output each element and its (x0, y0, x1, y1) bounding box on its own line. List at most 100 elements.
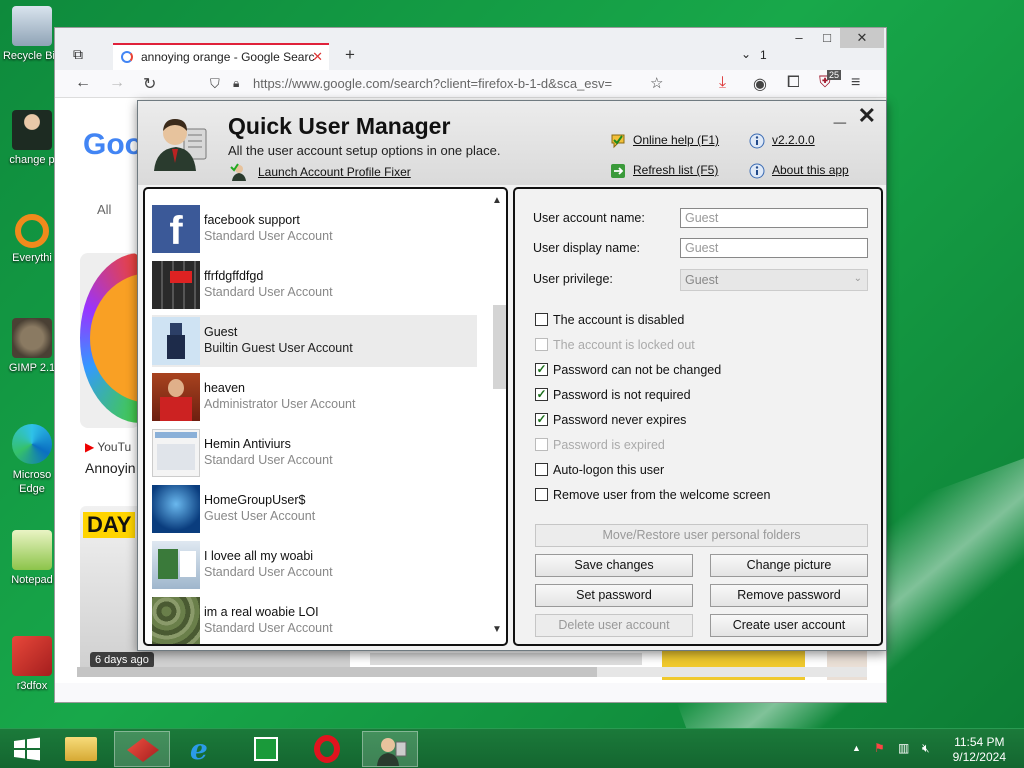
remove-password-button[interactable]: Remove password (710, 584, 868, 607)
tray-overflow-chevron-icon[interactable]: ▲ (852, 743, 861, 753)
desktop-icon-change-p[interactable]: change p (2, 110, 62, 166)
desktop-icon-recycle-bin[interactable]: Recycle Bin (2, 6, 62, 62)
taskbar-opera[interactable] (300, 731, 356, 767)
user-list-item[interactable]: heaven Administrator User Account (152, 371, 477, 423)
user-list[interactable]: f facebook support Standard User Account… (143, 187, 508, 646)
user-list-item-selected[interactable]: Guest Builtin Guest User Account (152, 315, 477, 367)
taskbar-quick-user-manager[interactable] (362, 731, 418, 767)
checkbox-label: Password is expired (553, 438, 665, 452)
scroll-down-icon[interactable]: ▼ (490, 624, 504, 635)
taskbar-r3dfox[interactable] (114, 731, 170, 767)
checkbox-box[interactable] (535, 463, 548, 476)
user-name: HomeGroupUser$ (204, 493, 306, 507)
account-icon[interactable]: ◉ (753, 74, 767, 94)
launch-profile-fixer-link[interactable]: Launch Account Profile Fixer (258, 165, 411, 179)
desktop-icon-gimp[interactable]: GIMP 2.1 (2, 318, 62, 374)
checkmark-icon[interactable]: ✓ (535, 388, 548, 401)
r3dfox-icon (12, 636, 52, 676)
privilege-select[interactable]: Guest ⌄ (680, 269, 868, 291)
desktop-icon-r3dfox[interactable]: r3dfox (2, 636, 62, 692)
taskbar-clock[interactable]: 11:54 PM 9/12/2024 (953, 735, 1006, 765)
create-user-button[interactable]: Create user account (710, 614, 868, 637)
horizontal-scrollbar[interactable] (77, 667, 867, 677)
checkbox-remove-from-welcome[interactable]: Remove user from the welcome screen (535, 488, 770, 502)
bookmark-star-icon[interactable]: ☆ (650, 74, 663, 92)
tab-manager-icon[interactable]: ⧉ (73, 46, 83, 63)
scroll-up-icon[interactable]: ▲ (490, 195, 504, 206)
checkmark-icon[interactable]: ✓ (535, 363, 548, 376)
screenshot-panel (158, 549, 178, 579)
checkbox-box[interactable] (535, 338, 548, 351)
start-button[interactable] (0, 731, 56, 767)
set-password-button[interactable]: Set password (535, 584, 693, 607)
user-list-item[interactable]: ffrfdgffdfgd Standard User Account (152, 259, 477, 311)
checkbox-password-never-expires[interactable]: ✓ Password never expires (535, 413, 686, 427)
desktop-icon-edge[interactable]: Microso Edge (2, 424, 62, 496)
result-image[interactable] (80, 253, 140, 428)
tab-list-chevron-icon[interactable]: ⌄ (741, 47, 751, 61)
shield-icon[interactable]: ⛉ (210, 76, 220, 92)
delete-user-button[interactable]: Delete user account (535, 614, 693, 637)
action-center-flag-icon[interactable]: ⚑ (874, 741, 885, 755)
result-title[interactable]: Annoyin (85, 460, 136, 476)
scrollbar-thumb[interactable] (493, 305, 506, 389)
checkbox-box[interactable] (535, 488, 548, 501)
taskbar-store[interactable] (238, 731, 294, 767)
move-restore-folders-button[interactable]: Move/Restore user personal folders (535, 524, 868, 547)
lock-icon[interactable]: 🔒︎ (233, 76, 239, 91)
user-list-item[interactable]: I lovee all my woabi Standard User Accou… (152, 539, 477, 591)
user-type: Administrator User Account (204, 397, 356, 411)
online-help-link[interactable]: Online help (F1) (633, 133, 719, 147)
checkbox-password-not-required[interactable]: ✓ Password is not required (535, 388, 691, 402)
video-thumbnail-2[interactable] (370, 653, 642, 665)
checkbox-label: Password never expires (553, 413, 687, 427)
checkbox-box[interactable] (535, 313, 548, 326)
checkbox-account-disabled[interactable]: The account is disabled (535, 313, 684, 327)
save-changes-button[interactable]: Save changes (535, 554, 693, 577)
minimize-button[interactable]: – (784, 28, 814, 48)
user-name: ffrfdgffdfgd (204, 269, 264, 283)
tab-close-icon[interactable]: ✕ (312, 49, 323, 65)
checkbox-auto-logon[interactable]: Auto-logon this user (535, 463, 664, 477)
checkbox-password-cannot-change[interactable]: ✓ Password can not be changed (535, 363, 721, 377)
volume-muted-icon[interactable]: 🔇︎ (922, 741, 930, 756)
change-picture-button[interactable]: Change picture (710, 554, 868, 577)
checkbox-box[interactable] (535, 438, 548, 451)
scrollbar-thumb[interactable] (77, 667, 597, 677)
user-details-panel: User account name: Guest User display na… (513, 187, 883, 646)
desktop-icon-notepad[interactable]: Notepad (2, 530, 62, 586)
qum-minimize-button[interactable]: _ (834, 101, 846, 127)
taskbar-internet-explorer[interactable]: e (176, 731, 232, 767)
extensions-icon[interactable]: ⧠ (787, 74, 800, 92)
new-tab-button[interactable]: + (345, 45, 355, 65)
google-logo[interactable]: Goo (83, 128, 143, 162)
checkbox-password-expired[interactable]: Password is expired (535, 438, 665, 452)
account-name-input[interactable]: Guest (680, 208, 868, 228)
browser-tab[interactable]: annoying orange - Google Searc ✕ (113, 43, 329, 70)
user-list-scrollbar[interactable]: ▲ ▼ (490, 195, 506, 635)
maximize-button[interactable]: □ (812, 28, 842, 48)
download-icon[interactable]: ⤓ (719, 74, 726, 92)
user-list-item[interactable]: f facebook support Standard User Account (152, 203, 477, 255)
checkmark-icon[interactable]: ✓ (535, 413, 548, 426)
user-list-item[interactable]: Hemin Antiviurs Standard User Account (152, 427, 477, 479)
reload-icon[interactable]: ↻ (143, 74, 156, 94)
display-name-input[interactable]: Guest (680, 238, 868, 258)
about-app-link[interactable]: About this app (772, 163, 849, 177)
forward-icon[interactable]: → (109, 74, 125, 92)
search-tab-all[interactable]: All (97, 202, 111, 217)
user-list-item[interactable]: im a real woabie LOI Standard User Accou… (152, 595, 477, 644)
url-bar[interactable]: https://www.google.com/search?client=fir… (253, 72, 693, 96)
menu-icon[interactable]: ≡ (851, 74, 860, 92)
checkbox-account-locked-out[interactable]: The account is locked out (535, 338, 695, 352)
taskbar-file-explorer[interactable] (53, 731, 109, 767)
back-icon[interactable]: ← (75, 74, 91, 92)
user-list-item[interactable]: HomeGroupUser$ Guest User Account (152, 483, 477, 535)
network-icon[interactable]: ▥ (898, 741, 909, 755)
qum-close-button[interactable]: ✕ (858, 103, 876, 129)
user-name: I lovee all my woabi (204, 549, 314, 563)
version-link[interactable]: v2.2.0.0 (772, 133, 815, 147)
refresh-list-link[interactable]: Refresh list (F5) (633, 163, 718, 177)
desktop-icon-everything[interactable]: Everythi (2, 214, 62, 264)
close-button[interactable]: ✕ (840, 28, 884, 48)
